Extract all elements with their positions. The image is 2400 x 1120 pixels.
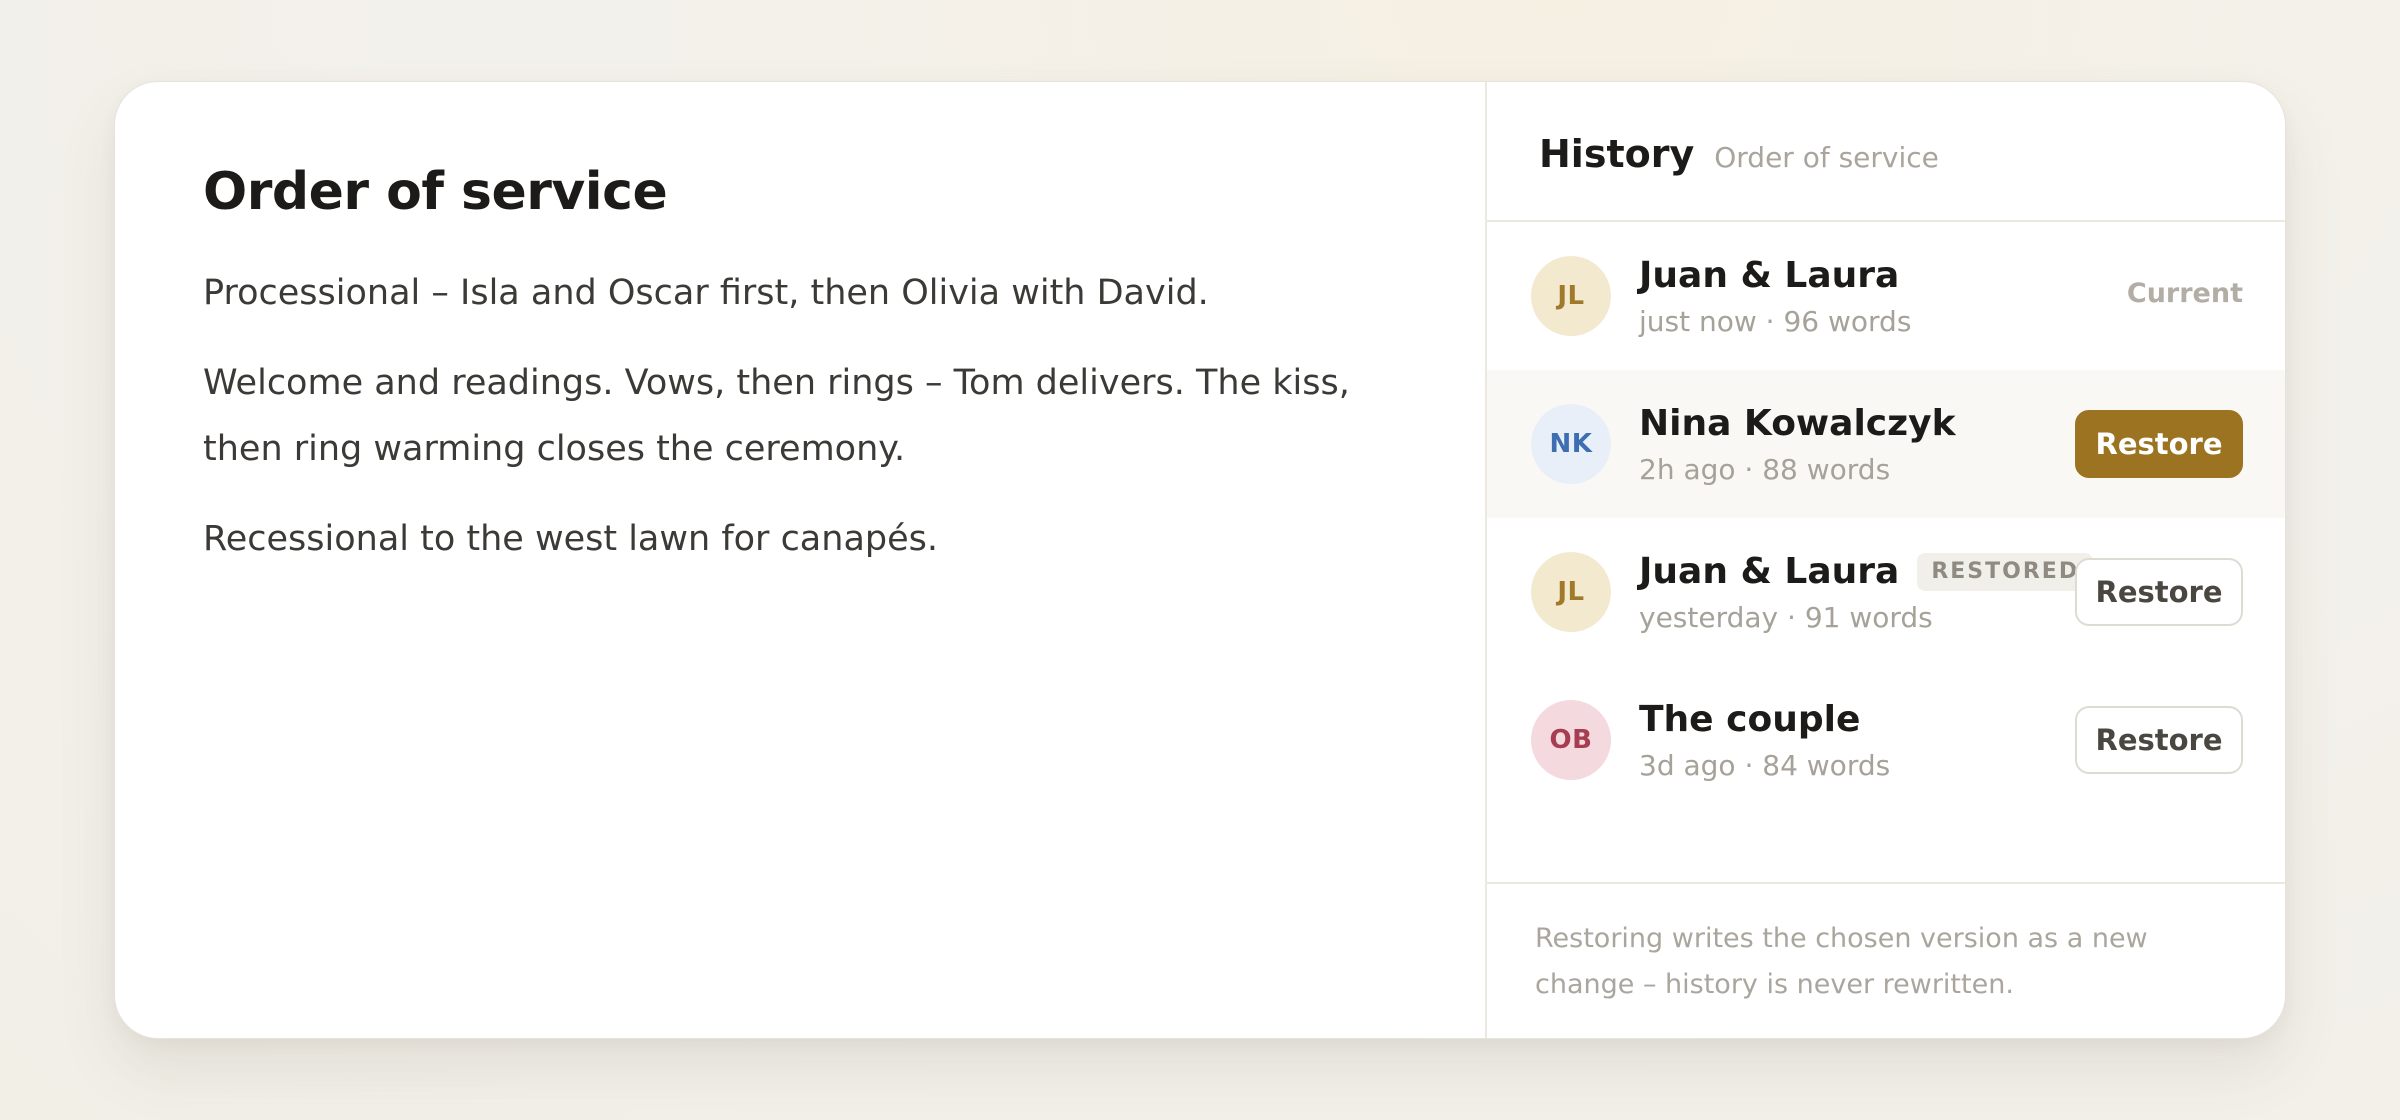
document-paragraph[interactable]: Processional – Isla and Oscar first, the… bbox=[203, 260, 1397, 326]
version-meta: yesterday · 91 words bbox=[1639, 601, 1933, 634]
editor-card: Order of service Processional – Isla and… bbox=[114, 81, 2286, 1039]
document-paragraph[interactable]: Welcome and readings. Vows, then rings –… bbox=[203, 350, 1397, 482]
history-footer: Restoring writes the chosen version as a… bbox=[1487, 882, 2285, 1038]
version-meta: just now · 96 words bbox=[1639, 305, 1912, 338]
version-row[interactable]: JL Juan & Laura RESTORED yesterday · 91 … bbox=[1487, 518, 2285, 666]
version-author-label: Nina Kowalczyk bbox=[1639, 403, 1956, 444]
version-row[interactable]: OB The couple 3d ago · 84 words Restore bbox=[1487, 666, 2285, 814]
restore-button[interactable]: Restore bbox=[2075, 410, 2243, 478]
history-header: History Order of service bbox=[1487, 82, 2285, 222]
document-pane: Order of service Processional – Isla and… bbox=[115, 82, 1485, 1038]
version-row-current[interactable]: JL Juan & Laura just now · 96 words Curr… bbox=[1487, 222, 2285, 370]
history-title: History bbox=[1539, 132, 1695, 176]
version-author: Juan & Laura bbox=[1639, 252, 1899, 300]
version-author-label: The couple bbox=[1639, 699, 1861, 740]
version-author-label: Juan & Laura bbox=[1639, 255, 1900, 296]
history-subtitle: Order of service bbox=[1714, 141, 1939, 174]
version-author: The couple bbox=[1639, 696, 1860, 744]
current-label: Current bbox=[2126, 278, 2243, 309]
restore-button[interactable]: Restore bbox=[2075, 558, 2243, 626]
avatar: OB bbox=[1531, 700, 1611, 780]
restored-badge: RESTORED bbox=[1917, 553, 2094, 591]
version-list: JL Juan & Laura just now · 96 words Curr… bbox=[1487, 222, 2285, 814]
footer-note: Restoring writes the chosen version as a… bbox=[1535, 923, 2148, 1000]
version-meta: 2h ago · 88 words bbox=[1639, 453, 1891, 486]
version-author-label: Juan & Laura bbox=[1639, 551, 1900, 592]
avatar: JL bbox=[1531, 256, 1611, 336]
version-meta: 3d ago · 84 words bbox=[1639, 749, 1891, 782]
document-title: Order of service bbox=[203, 162, 668, 222]
version-row[interactable]: NK Nina Kowalczyk 2h ago · 88 words Rest… bbox=[1487, 370, 2285, 518]
avatar: JL bbox=[1531, 552, 1611, 632]
history-panel: History Order of service JL Juan & Laura… bbox=[1485, 82, 2285, 1038]
avatar: NK bbox=[1531, 404, 1611, 484]
version-author: Nina Kowalczyk bbox=[1639, 400, 1956, 448]
restore-button[interactable]: Restore bbox=[2075, 706, 2243, 774]
version-author: Juan & Laura RESTORED bbox=[1639, 548, 2094, 596]
document-paragraph[interactable]: Recessional to the west lawn for canapés… bbox=[203, 506, 1397, 572]
